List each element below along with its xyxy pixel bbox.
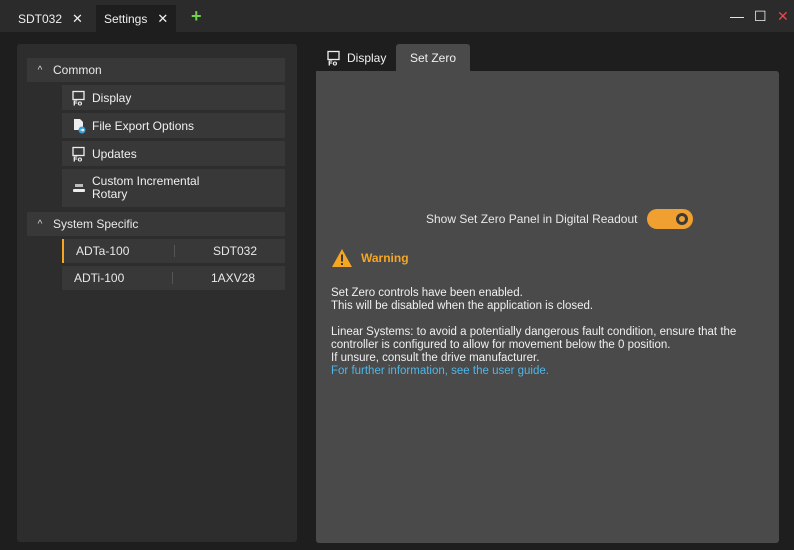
system-serial: 1AXV28 xyxy=(211,271,256,285)
sidebar-item-display[interactable]: Fo Display xyxy=(62,85,285,110)
tab-label: Set Zero xyxy=(410,50,457,65)
chevron-up-icon: ^ xyxy=(37,64,43,76)
tab-label: SDT032 xyxy=(18,11,63,26)
chevron-up-icon: ^ xyxy=(37,218,43,230)
minimize-button[interactable]: — xyxy=(730,8,744,24)
column-divider xyxy=(174,245,175,257)
system-name: ADTi-100 xyxy=(74,271,125,285)
set-zero-panel: Show Set Zero Panel in Digital Readout W… xyxy=(316,71,779,543)
tab-label: Display xyxy=(347,50,387,65)
sidebar-item-label: Updates xyxy=(92,146,137,161)
user-guide-link[interactable]: For further information, see the user gu… xyxy=(331,365,549,378)
svg-text:Fo: Fo xyxy=(328,59,337,66)
close-window-button[interactable]: ✕ xyxy=(777,8,789,24)
tab-set-zero[interactable]: Set Zero xyxy=(396,44,471,71)
show-set-zero-toggle[interactable] xyxy=(647,209,694,229)
system-name: ADTa-100 xyxy=(76,244,130,258)
column-divider xyxy=(172,272,173,284)
tab-settings[interactable]: Settings ✕ xyxy=(96,5,177,32)
settings-sidebar: ^ Common Fo Display File Export Options … xyxy=(17,44,297,542)
tab-sdt032[interactable]: SDT032 ✕ xyxy=(10,5,91,32)
rotary-icon xyxy=(70,179,88,197)
svg-text:Fo: Fo xyxy=(73,155,82,162)
tab-label: Settings xyxy=(104,11,148,26)
sidebar-item-label: Display xyxy=(92,90,132,105)
title-bar: SDT032 ✕ Settings ✕ + — ☐ ✕ xyxy=(0,0,794,32)
warning-icon xyxy=(332,249,352,267)
warning-text-line: Linear Systems: to avoid a potentially d… xyxy=(331,326,737,338)
sidebar-item-label-line2: Rotary xyxy=(92,187,128,201)
toggle-knob xyxy=(674,211,691,227)
updates-settings-icon: Fo xyxy=(70,145,88,163)
close-tab-icon[interactable]: ✕ xyxy=(157,11,168,27)
group-header-common[interactable]: ^ Common xyxy=(27,58,285,82)
group-header-system-specific[interactable]: ^ System Specific xyxy=(27,212,285,236)
warning-text-line: controller is configured to allow for mo… xyxy=(331,339,671,351)
set-zero-toggle-row: Show Set Zero Panel in Digital Readout xyxy=(426,209,694,229)
add-tab-button[interactable]: + xyxy=(191,6,202,26)
svg-text:Fo: Fo xyxy=(73,99,82,106)
sidebar-item-file-export[interactable]: File Export Options xyxy=(62,113,285,138)
maximize-button[interactable]: ☐ xyxy=(754,8,767,24)
warning-text-line: If unsure, consult the drive manufacture… xyxy=(331,352,540,364)
warning-text-line: This will be disabled when the applicati… xyxy=(331,300,594,312)
group-label: Common xyxy=(53,63,102,77)
system-row-adti-100[interactable]: ADTi-100 1AXV28 xyxy=(62,266,285,290)
warning-title: Warning xyxy=(361,251,409,265)
group-label: System Specific xyxy=(53,217,139,231)
file-export-icon xyxy=(70,117,88,135)
sidebar-item-custom-incremental-rotary[interactable]: Custom Incremental Rotary xyxy=(62,169,285,207)
close-tab-icon[interactable]: ✕ xyxy=(72,11,83,27)
system-serial: SDT032 xyxy=(213,244,258,258)
system-row-adta-100[interactable]: ADTa-100 SDT032 xyxy=(62,239,285,263)
warning-header: Warning xyxy=(331,248,409,268)
display-settings-icon: Fo xyxy=(70,89,88,107)
toggle-label: Show Set Zero Panel in Digital Readout xyxy=(426,212,638,226)
sidebar-item-label-group: Custom Incremental Rotary xyxy=(92,175,199,201)
display-settings-icon: Fo xyxy=(326,50,342,66)
sidebar-item-label: File Export Options xyxy=(92,118,195,133)
sidebar-item-updates[interactable]: Fo Updates xyxy=(62,141,285,166)
tab-display[interactable]: Fo Display xyxy=(318,44,394,71)
warning-text-line: Set Zero controls have been enabled. xyxy=(331,287,523,299)
